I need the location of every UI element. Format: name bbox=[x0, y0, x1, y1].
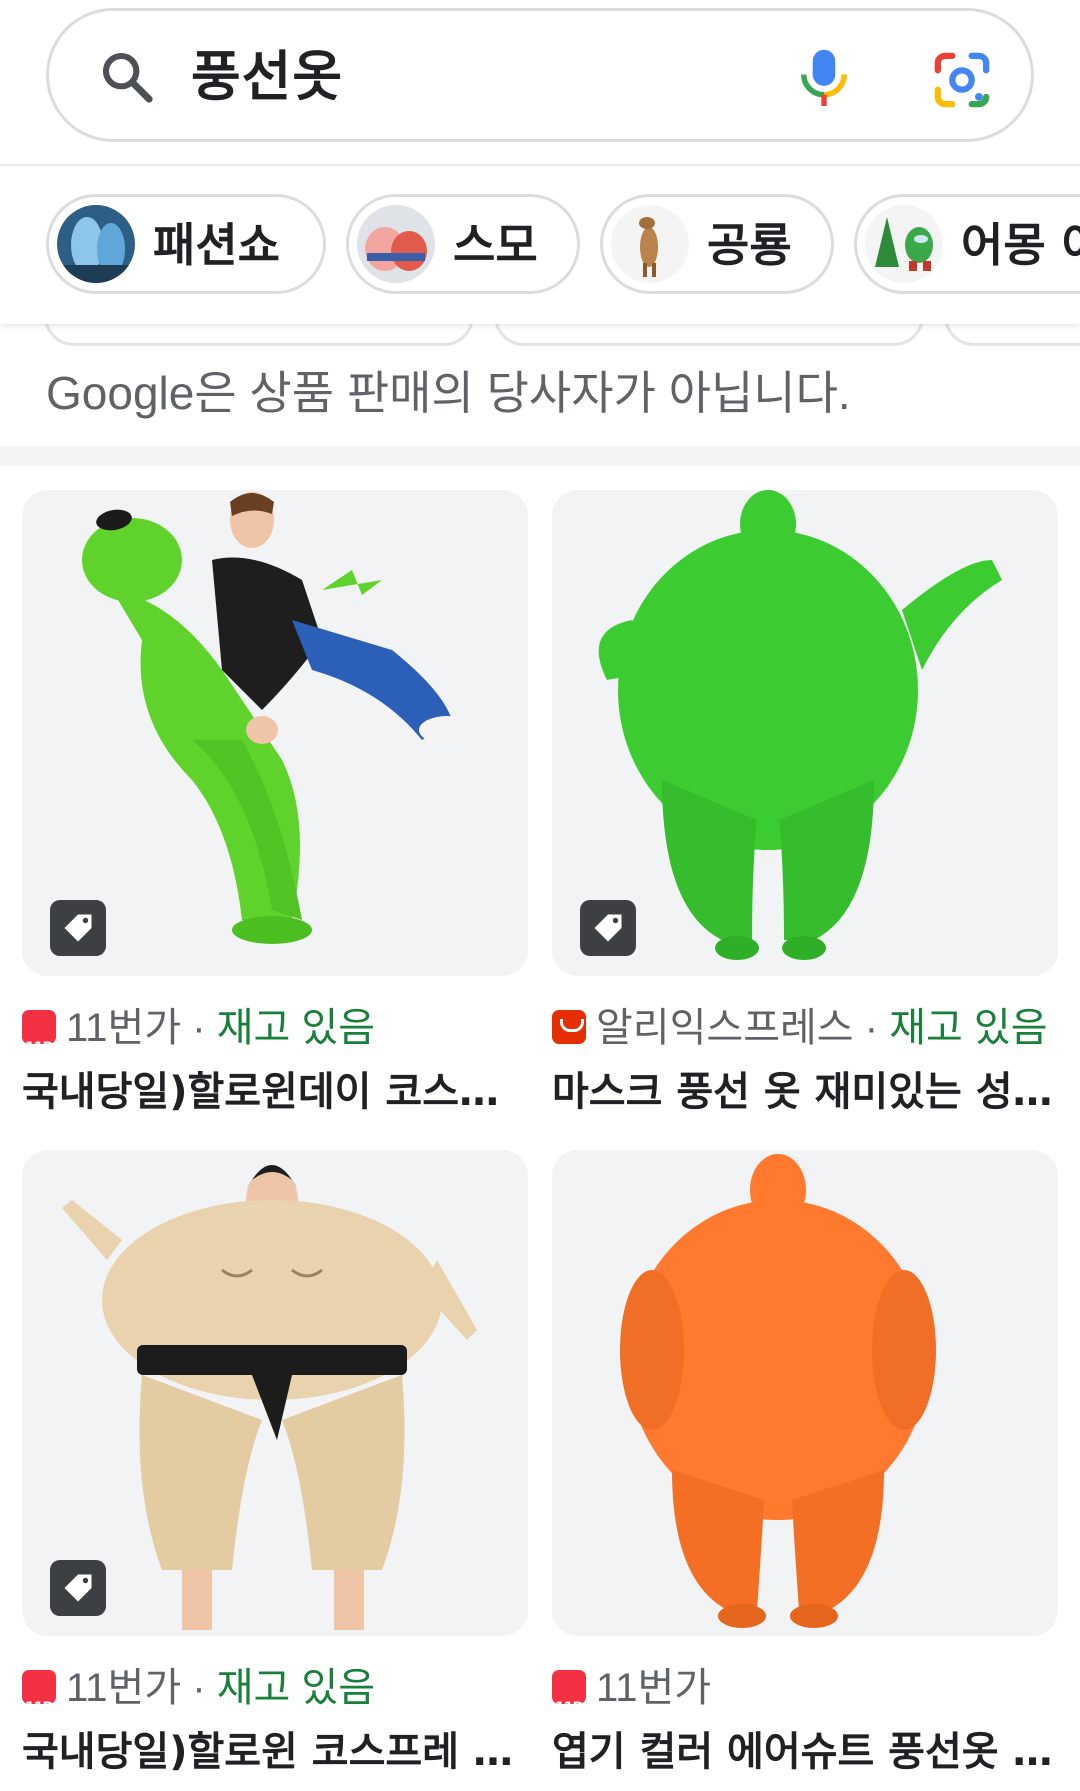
product-card[interactable]: 11번가 엽기 컬러 에어슈트 풍선옷 1인용 bbox=[552, 1150, 1058, 1790]
search-icon[interactable] bbox=[99, 49, 155, 105]
chip-label: 스모 bbox=[453, 218, 538, 272]
separator: · bbox=[864, 1006, 879, 1050]
chip-label: 어몽 어스 bbox=[961, 218, 1080, 272]
product-title[interactable]: 국내당일)할로윈데이 코스튬 외계인 납치 풍선옷 bbox=[22, 1060, 528, 1124]
microphone-icon[interactable] bbox=[797, 47, 851, 111]
product-image[interactable] bbox=[22, 490, 528, 976]
merchant-name: 알리익스프레스 bbox=[596, 1006, 854, 1050]
separator: · bbox=[192, 1006, 206, 1050]
shopping-tag-icon bbox=[50, 1560, 106, 1616]
chip-thumbnail bbox=[357, 205, 435, 283]
merchant-row: 11번가 · 재고 있음 bbox=[22, 1658, 376, 1738]
separator: · bbox=[192, 1666, 206, 1710]
chip-thumbnail bbox=[611, 205, 689, 283]
merchant-row: 11번가 · 재고 있음 bbox=[22, 998, 376, 1078]
product-title[interactable]: 엽기 컬러 에어슈트 풍선옷 1인용 bbox=[552, 1720, 1058, 1784]
shopping-tag-icon bbox=[580, 900, 636, 956]
11st-logo-icon bbox=[22, 1010, 56, 1078]
merchant-name: 11번가 bbox=[596, 1666, 712, 1710]
chip-label: 패션쇼 bbox=[153, 218, 280, 272]
product-image[interactable] bbox=[552, 1150, 1058, 1636]
product-image[interactable] bbox=[552, 490, 1058, 976]
product-card[interactable]: 11번가 · 재고 있음 국내당일)할로윈 코스프레 스모 풍선옷 bbox=[22, 1150, 528, 1790]
section-divider bbox=[0, 446, 1080, 466]
chip-sumo[interactable]: 스모 bbox=[346, 194, 580, 294]
merchant-row: 알리익스프레스 · 재고 있음 bbox=[552, 998, 1048, 1058]
chip-label: 공룡 bbox=[707, 218, 792, 272]
search-box[interactable]: 풍선옷 bbox=[46, 8, 1034, 142]
product-image[interactable] bbox=[22, 1150, 528, 1636]
product-card[interactable]: 알리익스프레스 · 재고 있음 마스크 풍선 옷 재미있는 성인용 코스튬 bbox=[552, 490, 1058, 1130]
chip-fashion-show[interactable]: 패션쇼 bbox=[46, 194, 326, 294]
filter-chips-bar: 패션쇼 스모 공룡 어몽 bbox=[0, 166, 1080, 324]
11st-logo-icon bbox=[22, 1670, 56, 1738]
chip-among-us[interactable]: 어몽 어스 bbox=[854, 194, 1080, 294]
stock-status: 재고 있음 bbox=[216, 1666, 376, 1710]
chip-thumbnail bbox=[57, 205, 135, 283]
search-header: 풍선옷 bbox=[0, 0, 1080, 166]
google-lens-icon[interactable] bbox=[933, 51, 991, 109]
seller-disclaimer: Google은 상품 판매의 당사자가 아닙니다. bbox=[46, 367, 851, 419]
shopping-tag-icon bbox=[50, 900, 106, 956]
merchant-name: 11번가 bbox=[66, 1006, 182, 1050]
merchant-row: 11번가 bbox=[552, 1658, 712, 1738]
chip-thumbnail bbox=[865, 205, 943, 283]
stock-status: 재고 있음 bbox=[216, 1006, 376, 1050]
product-title[interactable]: 국내당일)할로윈 코스프레 스모 풍선옷 bbox=[22, 1720, 528, 1784]
stock-status: 재고 있음 bbox=[889, 1006, 1048, 1050]
product-title[interactable]: 마스크 풍선 옷 재미있는 성인용 코스튬 bbox=[552, 1060, 1058, 1124]
11st-logo-icon bbox=[552, 1670, 586, 1738]
chip-dinosaur[interactable]: 공룡 bbox=[600, 194, 834, 294]
search-input[interactable]: 풍선옷 bbox=[191, 39, 343, 115]
product-card[interactable]: 11번가 · 재고 있음 국내당일)할로윈데이 코스튬 외계인 납치 풍선옷 bbox=[22, 490, 528, 1130]
aliexpress-logo-icon bbox=[552, 1010, 586, 1045]
merchant-name: 11번가 bbox=[66, 1666, 182, 1710]
